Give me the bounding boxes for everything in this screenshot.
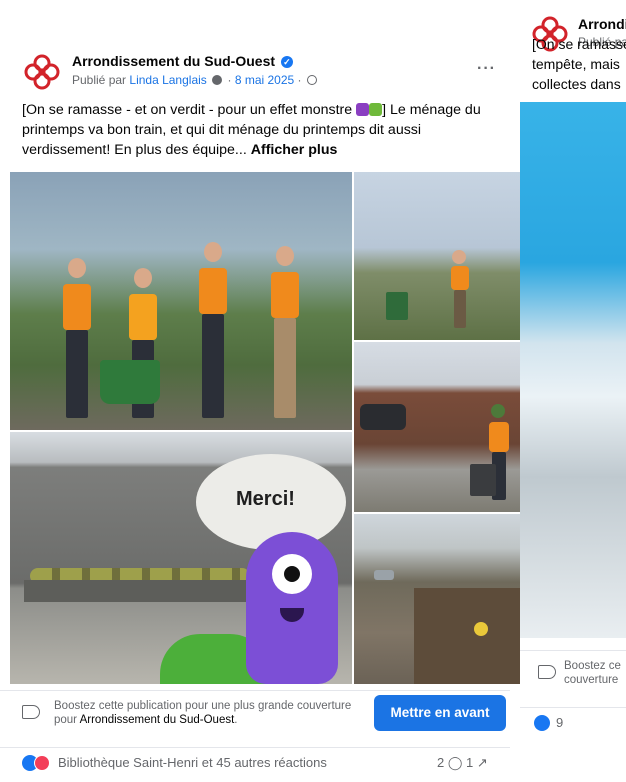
plant-emoji-icon: [369, 103, 383, 116]
page-logo-icon[interactable]: [22, 52, 62, 92]
boost-post-button[interactable]: Mettre en avant: [374, 695, 506, 731]
boost-text-end: .: [234, 714, 238, 726]
photo-street-worker[interactable]: [354, 342, 520, 512]
photo-field-worker[interactable]: [354, 172, 520, 340]
post-card: Arrondissement du Sud-Ouest ✓ Publié par…: [0, 40, 520, 782]
post-text-start: [On se ramasse - et on verdit - pour un …: [22, 102, 353, 118]
post-header: Arrondissement du Sud-Ouest ✓ Publié par…: [0, 40, 510, 90]
share-count[interactable]: 1: [466, 755, 473, 770]
boost-text-2: couverture: [564, 674, 619, 686]
page-name-link[interactable]: Arrondissement du Sud-Ouest ✓: [72, 53, 293, 69]
planter-box: [24, 580, 254, 602]
see-more-link[interactable]: Afficher plus: [251, 142, 338, 158]
engagement-counts: 2 ◯ 1 ↗: [437, 755, 488, 771]
boost-bar: Boostez ce couverture: [520, 650, 626, 698]
megaphone-icon: [538, 665, 556, 679]
page-name-link[interactable]: Arrondissement du Sud-Ouest: [578, 16, 626, 32]
comment-count[interactable]: 2: [437, 755, 444, 770]
next-post-card-partial: Arrondissement du Sud-Ouest Publié par […: [520, 10, 626, 752]
next-post-text-line: [On se ramasse: [532, 36, 626, 52]
globe-icon: [306, 75, 317, 85]
reactions-bar: Bibliothèque Saint-Henri et 45 autres ré…: [0, 747, 510, 771]
post-byline: Publié par Linda Langlais · 8 mai 2025 ·: [72, 73, 317, 87]
comment-icon[interactable]: ◯: [448, 755, 463, 770]
monster-emoji-icon: [356, 103, 370, 116]
page-name-text[interactable]: Arrondissement du Sud-Ouest: [72, 53, 275, 69]
byline-prefix: Publié par: [72, 73, 127, 87]
gear-icon: [212, 75, 223, 85]
parked-car: [360, 404, 406, 430]
next-post-photo[interactable]: [520, 102, 626, 638]
boost-text-1: Boostez ce: [564, 660, 621, 672]
photo-merci-monster[interactable]: Merci!: [10, 432, 352, 684]
verified-badge-icon: ✓: [280, 56, 293, 68]
worker-figure: [268, 246, 302, 418]
photo-team[interactable]: [10, 172, 352, 430]
yellow-flowers: [474, 622, 488, 636]
purple-monster-illustration: [246, 532, 338, 684]
parked-car: [374, 570, 394, 580]
reactions-bar: 9: [520, 707, 626, 731]
next-post-text-line: tempête, mais: [532, 56, 620, 72]
merci-text: Merci!: [236, 488, 295, 510]
next-post-text-line: collectes dans: [532, 76, 621, 92]
love-reaction-icon: [34, 755, 50, 771]
photo-planted-sidewalk[interactable]: [354, 514, 520, 684]
green-bin: [386, 292, 408, 320]
soil-bed: [414, 588, 520, 684]
boost-bar: Boostez cette publication pour une plus …: [0, 690, 510, 738]
photo-grid: Merci!: [10, 172, 520, 684]
boost-text: Boostez cette publication pour une plus …: [54, 699, 354, 727]
worker-figure: [196, 242, 230, 418]
green-bin: [100, 360, 160, 404]
more-options-button[interactable]: ···: [477, 60, 496, 78]
boost-page-name: Arrondissement du Sud-Ouest: [79, 714, 235, 726]
like-reaction-icon: [534, 715, 550, 731]
next-post-text: [On se ramasse tempête, mais collectes d…: [532, 34, 626, 94]
worker-figure: [448, 250, 472, 328]
author-link[interactable]: Linda Langlais: [129, 73, 206, 87]
post-date-link[interactable]: 8 mai 2025: [235, 73, 294, 87]
share-icon[interactable]: ↗: [477, 755, 488, 770]
reactions-summary-link[interactable]: Bibliothèque Saint-Henri et 45 autres ré…: [58, 755, 327, 770]
megaphone-icon: [22, 705, 40, 719]
worker-figure: [60, 258, 94, 418]
post-text: [On se ramasse - et on verdit - pour un …: [22, 100, 502, 160]
black-bin: [470, 464, 496, 496]
reaction-count-link[interactable]: 9: [556, 715, 563, 730]
boost-text: Boostez ce couverture: [564, 659, 626, 687]
